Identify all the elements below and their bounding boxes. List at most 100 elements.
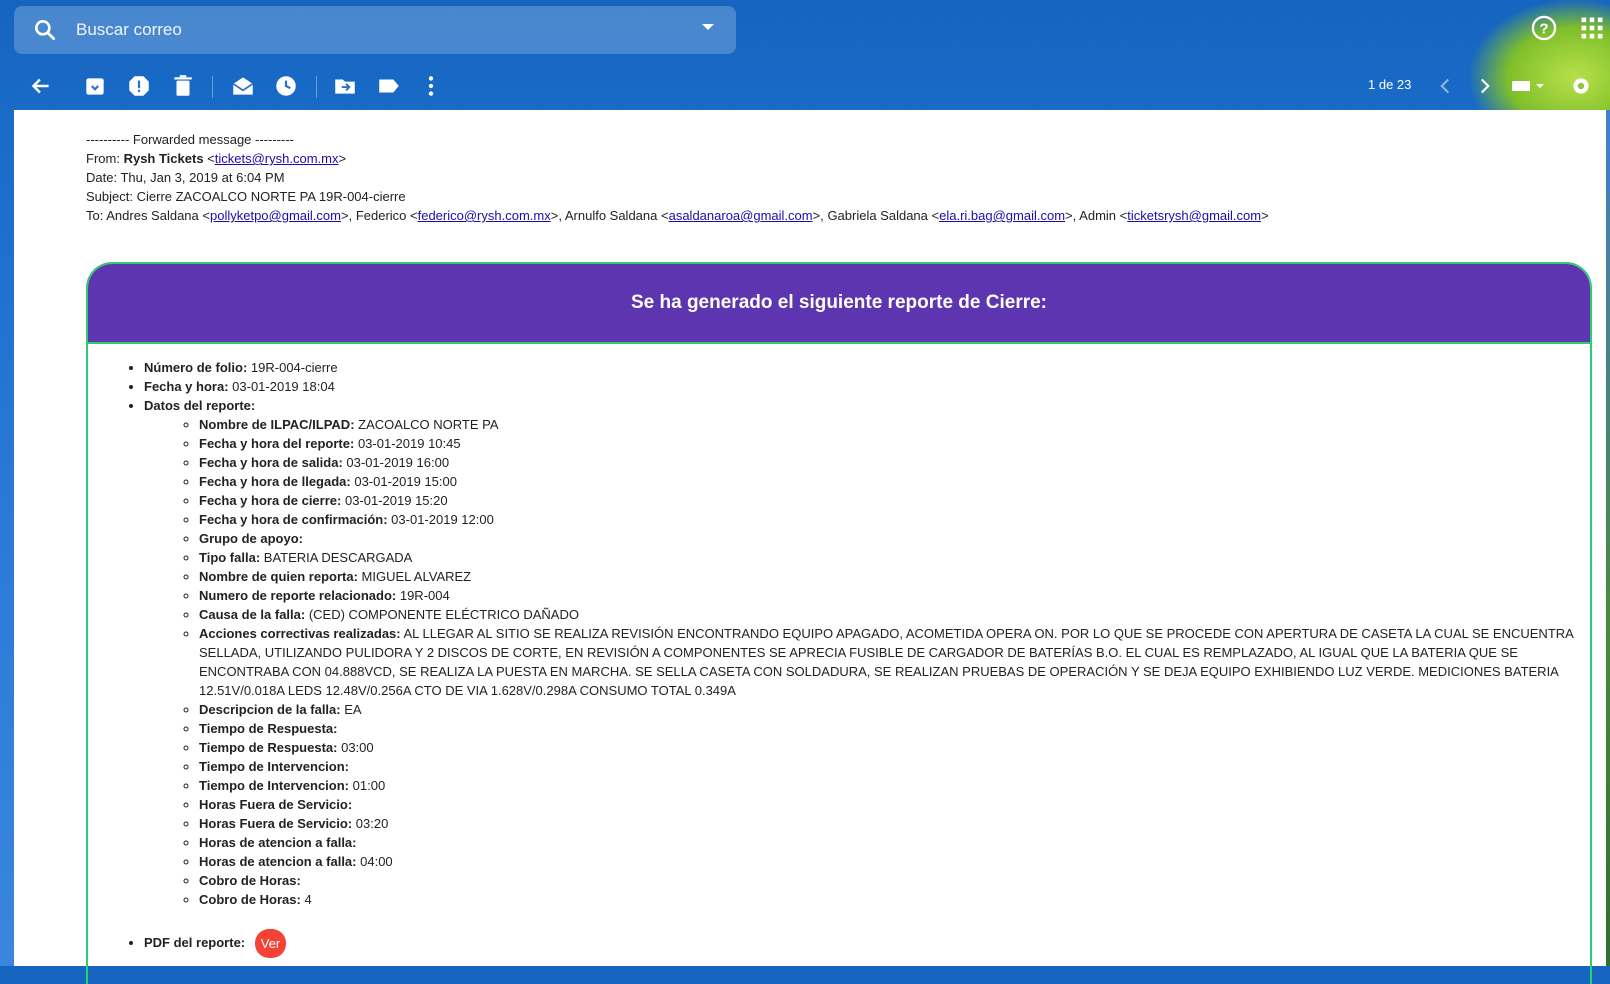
detail-value: 03-01-2019 16:00: [346, 455, 450, 470]
detail-value: 01:00: [352, 778, 386, 793]
to-line: To: Andres Saldana <pollyketpo@gmail.com…: [86, 206, 1269, 225]
view-pdf-button[interactable]: Ver: [254, 929, 287, 958]
forwarded-separator: ---------- Forwarded message ---------: [86, 132, 294, 147]
date-label: Date:: [86, 170, 118, 185]
detail-value: ZACOALCO NORTE PA: [358, 417, 499, 432]
detail-label: Tiempo de Respuesta:: [199, 721, 338, 736]
toolbar-divider: [316, 76, 317, 98]
forwarded-header: ---------- Forwarded message --------- F…: [86, 130, 1269, 225]
search-input[interactable]: [74, 19, 678, 41]
pdf-label: PDF del reporte:: [144, 934, 246, 950]
move-to-icon[interactable]: [332, 73, 358, 99]
detail-label: Tiempo de Intervencion:: [199, 759, 350, 774]
recipient: Admin <ticketsrysh@gmail.com>: [1079, 208, 1269, 223]
subject-label: Subject:: [86, 189, 133, 204]
report-detail-item: Nombre de quien reporta: MIGUEL ALVAREZ: [199, 567, 1590, 586]
label-icon[interactable]: [376, 73, 402, 99]
detail-label: Causa de la falla:: [199, 607, 306, 622]
recipient-email-link[interactable]: ticketsrysh@gmail.com: [1127, 208, 1261, 223]
detail-label: Fecha y hora de confirmación:: [199, 512, 388, 527]
detail-label: Nombre de quien reporta:: [199, 569, 358, 584]
recipient-email-link[interactable]: federico@rysh.com.mx: [418, 208, 551, 223]
recipient: Gabriela Saldana <ela.ri.bag@gmail.com>,: [827, 208, 1077, 223]
detail-value: 03-01-2019 10:45: [357, 436, 461, 451]
recipient-name: Arnulfo Saldana: [564, 208, 658, 223]
help-icon[interactable]: ?: [1530, 14, 1558, 42]
folio-item: Número de folio: 19R-004-cierre: [144, 358, 1590, 377]
datos-label: Datos del reporte:: [144, 398, 256, 413]
fecha-item: Fecha y hora: 03-01-2019 18:04: [144, 377, 1590, 396]
report-detail-item: Descripcion de la falla: EA: [199, 700, 1590, 719]
detail-value: 04:00: [360, 854, 393, 869]
detail-label: Tiempo de Respuesta:: [199, 740, 338, 755]
detail-label: Grupo de apoyo:: [199, 531, 303, 546]
detail-label: Cobro de Horas:: [199, 873, 301, 888]
from-name: Rysh Tickets: [123, 151, 204, 166]
more-icon[interactable]: [418, 73, 444, 99]
subject-line: Subject: Cierre ZACOALCO NORTE PA 19R-00…: [86, 187, 1269, 206]
from-label: From:: [86, 151, 120, 166]
folio-value: 19R-004-cierre: [250, 360, 338, 375]
detail-label: Tiempo de Intervencion:: [199, 778, 350, 793]
detail-value: AL LLEGAR AL SITIO SE REALIZA REVISIÓN E…: [199, 626, 1574, 698]
detail-label: Fecha y hora de llegada:: [199, 474, 351, 489]
to-label: To:: [86, 208, 104, 223]
search-bar[interactable]: [14, 6, 736, 54]
datos-item: Datos del reporte: Nombre de ILPAC/ILPAD…: [144, 396, 1590, 909]
report-detail-item: Grupo de apoyo:: [199, 529, 1590, 548]
report-detail-item: Acciones correctivas realizadas: AL LLEG…: [199, 624, 1590, 700]
detail-value: EA: [344, 702, 362, 717]
previous-icon[interactable]: [1432, 73, 1458, 99]
archive-icon[interactable]: [82, 73, 108, 99]
detail-value: 19R-004: [399, 588, 450, 603]
fecha-label: Fecha y hora:: [144, 379, 229, 394]
detail-value: 03:00: [341, 740, 374, 755]
report-detail-item: Fecha y hora de salida: 03-01-2019 16:00: [199, 453, 1590, 472]
report-detail-item: Horas de atencion a falla: 04:00: [199, 852, 1590, 871]
email-toolbar: 1 de 23: [0, 62, 1610, 110]
mark-unread-icon[interactable]: [230, 73, 256, 99]
recipient-name: Gabriela Saldana: [827, 208, 928, 223]
recipient-email-link[interactable]: pollyketpo@gmail.com: [210, 208, 341, 223]
keyboard-icon[interactable]: [1508, 73, 1548, 99]
search-options-icon[interactable]: [702, 24, 714, 30]
delete-icon[interactable]: [170, 73, 196, 99]
report-detail-item: Numero de reporte relacionado: 19R-004: [199, 586, 1590, 605]
report-title: Se ha generado el siguiente reporte de C…: [88, 264, 1590, 344]
report-spam-icon[interactable]: [126, 73, 152, 99]
from-line: From: Rysh Tickets <tickets@rysh.com.mx>: [86, 151, 347, 166]
snooze-icon[interactable]: [273, 73, 299, 99]
back-icon[interactable]: [28, 73, 54, 99]
detail-label: Numero de reporte relacionado:: [199, 588, 397, 603]
recipient: Federico <federico@rysh.com.mx>,: [355, 208, 562, 223]
detail-label: Horas Fuera de Servicio:: [199, 797, 353, 812]
report-detail-item: Fecha y hora de confirmación: 03-01-2019…: [199, 510, 1590, 529]
from-email-link[interactable]: tickets@rysh.com.mx: [215, 151, 339, 166]
toolbar-divider: [212, 76, 213, 98]
email-body: ---------- Forwarded message --------- F…: [14, 110, 1606, 984]
report-detail-item: Causa de la falla: (CED) COMPONENTE ELÉC…: [199, 605, 1590, 624]
search-icon[interactable]: [32, 17, 58, 43]
report-detail-item: Tiempo de Respuesta:: [199, 719, 1590, 738]
detail-value: 03:20: [355, 816, 389, 831]
report-detail-item: Tipo falla: BATERIA DESCARGADA: [199, 548, 1590, 567]
recipient-email-link[interactable]: ela.ri.bag@gmail.com: [939, 208, 1065, 223]
report-detail-item: Nombre de ILPAC/ILPAD: ZACOALCO NORTE PA: [199, 415, 1590, 434]
report-detail-item: Fecha y hora del reporte: 03-01-2019 10:…: [199, 434, 1590, 453]
apps-icon[interactable]: [1578, 14, 1606, 42]
detail-label: Fecha y hora de salida:: [199, 455, 343, 470]
detail-label: Horas de atencion a falla:: [199, 835, 357, 850]
detail-label: Tipo falla:: [199, 550, 261, 565]
report-detail-item: Fecha y hora de cierre: 03-01-2019 15:20: [199, 491, 1590, 510]
report-detail-item: Horas Fuera de Servicio:: [199, 795, 1590, 814]
recipient-email-link[interactable]: asaldanaroa@gmail.com: [669, 208, 813, 223]
settings-icon[interactable]: [1568, 73, 1594, 99]
fecha-value: 03-01-2019 18:04: [232, 379, 335, 394]
report-card: Se ha generado el siguiente reporte de C…: [86, 262, 1592, 984]
next-icon[interactable]: [1472, 73, 1498, 99]
recipient: Andres Saldana <pollyketpo@gmail.com>,: [106, 208, 353, 223]
detail-value: (CED) COMPONENTE ELÉCTRICO DAÑADO: [308, 607, 579, 622]
detail-label: Descripcion de la falla:: [199, 702, 341, 717]
detail-value: 03-01-2019 12:00: [391, 512, 494, 527]
date-value: Thu, Jan 3, 2019 at 6:04 PM: [120, 170, 285, 185]
